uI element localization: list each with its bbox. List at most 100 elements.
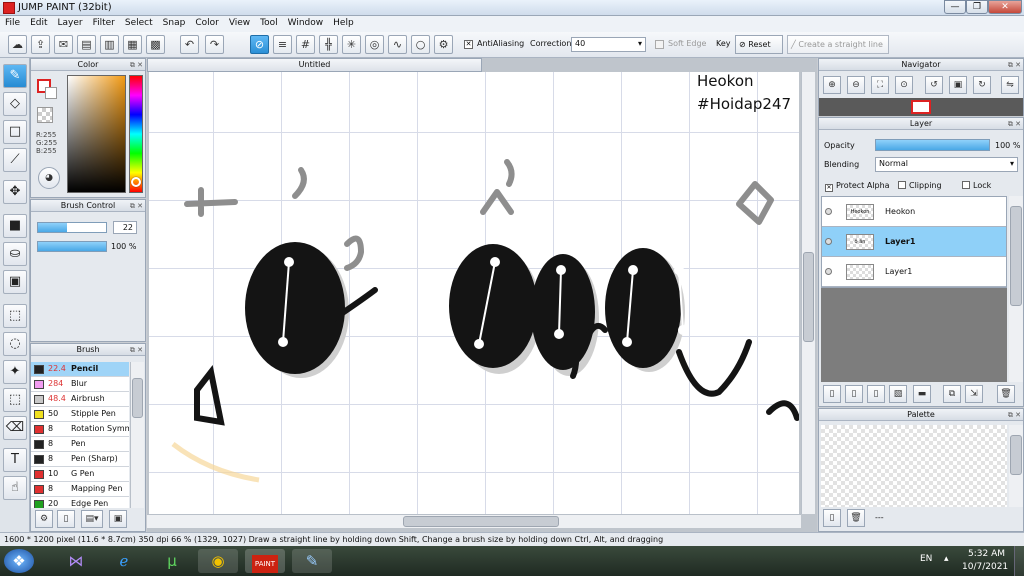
snap-settings-icon[interactable]: ⚙ bbox=[434, 35, 453, 54]
clipping-checkbox[interactable]: Clipping bbox=[898, 181, 942, 190]
show-desktop-button[interactable] bbox=[1014, 546, 1024, 576]
menu-color[interactable]: Color bbox=[190, 16, 224, 28]
menu-tool[interactable]: Tool bbox=[255, 16, 282, 28]
rotate-right-icon[interactable]: ↻ bbox=[973, 76, 991, 94]
grid-icon[interactable]: ▩ bbox=[146, 35, 165, 54]
palette-scroll-thumb[interactable] bbox=[1010, 435, 1022, 475]
utorrent-icon[interactable]: µ bbox=[152, 549, 192, 573]
brush-export-icon[interactable]: ▣ bbox=[109, 510, 127, 528]
canvas-horizontal-scrollbar[interactable] bbox=[147, 514, 801, 528]
new-layer-icon[interactable]: ▯ bbox=[823, 385, 841, 403]
start-button-icon[interactable]: ❖ bbox=[4, 549, 34, 573]
navigator-preview[interactable] bbox=[819, 98, 1023, 116]
shape-tool-icon[interactable]: □ bbox=[3, 120, 27, 144]
menu-file[interactable]: File bbox=[0, 16, 25, 28]
brush-size-input[interactable]: 22 bbox=[113, 221, 137, 234]
brush-item-pen[interactable]: 8 Pen bbox=[31, 437, 129, 452]
eraser-tool-icon[interactable]: ◇ bbox=[3, 92, 27, 116]
color-saturation-picker[interactable] bbox=[67, 75, 126, 193]
snap-ellipse-icon[interactable]: ○ bbox=[411, 35, 430, 54]
layer-list-scrollbar[interactable] bbox=[1009, 196, 1023, 382]
snap-radial-icon[interactable]: ✳ bbox=[342, 35, 361, 54]
internet-explorer-icon[interactable]: ℯ bbox=[104, 549, 144, 573]
horizontal-scroll-thumb[interactable] bbox=[403, 516, 559, 527]
new-palette-color-icon[interactable]: ▯ bbox=[823, 509, 841, 527]
panel-controls-icon[interactable]: ⧉ ✕ bbox=[130, 60, 143, 71]
new-halftone-layer-icon[interactable]: ▧ bbox=[889, 385, 907, 403]
brush-item-pen-sharp[interactable]: 8 Pen (Sharp) bbox=[31, 452, 129, 467]
paint-tool-icon[interactable]: ✎ bbox=[292, 549, 332, 573]
brush-item-rotation-symmetry[interactable]: 8 Rotation Symm bbox=[31, 422, 129, 437]
reset-view-icon[interactable]: ▣ bbox=[949, 76, 967, 94]
blending-select[interactable]: Normal ▾ bbox=[875, 157, 1018, 172]
panel-controls-icon[interactable]: ⧉ ✕ bbox=[130, 201, 143, 212]
straight-line-button[interactable]: ╱ Create a straight line bbox=[787, 35, 889, 54]
hue-slider-handle[interactable] bbox=[131, 177, 141, 187]
snap-circle-icon[interactable]: ◎ bbox=[365, 35, 384, 54]
clock-time[interactable]: 5:32 AM bbox=[968, 549, 1005, 559]
protect-alpha-checkbox[interactable]: ✕ Protect Alpha bbox=[825, 181, 890, 192]
line-tool-icon[interactable]: ⟋ bbox=[3, 148, 27, 172]
menu-view[interactable]: View bbox=[224, 16, 255, 28]
menu-edit[interactable]: Edit bbox=[25, 16, 52, 28]
soft-edge-checkbox[interactable] bbox=[655, 40, 664, 49]
document-icon[interactable]: ▥ bbox=[100, 35, 119, 54]
new-brush-icon[interactable]: ▯ bbox=[57, 510, 75, 528]
new-8bit-layer-icon[interactable]: ▯ bbox=[845, 385, 863, 403]
palette-scrollbar[interactable] bbox=[1009, 425, 1023, 507]
text-tool-icon[interactable]: T bbox=[3, 448, 27, 472]
document-tab[interactable]: Untitled bbox=[147, 58, 482, 72]
palette-menu[interactable]: --- bbox=[875, 513, 884, 522]
brush-size-slider[interactable] bbox=[37, 222, 107, 233]
gallery-icon[interactable]: ▦ bbox=[123, 35, 142, 54]
tray-arrow-icon[interactable]: ▴ bbox=[944, 554, 949, 564]
visibility-icon[interactable] bbox=[825, 268, 832, 275]
menu-window[interactable]: Window bbox=[283, 16, 329, 28]
panel-controls-icon[interactable]: ⧉ ✕ bbox=[130, 345, 143, 356]
cloud-icon[interactable]: ☁ bbox=[8, 35, 27, 54]
brush-menu-icon[interactable]: ▤▾ bbox=[81, 510, 103, 528]
undo-icon[interactable]: ↶ bbox=[180, 35, 199, 54]
snap-off-icon[interactable]: ⊘ bbox=[250, 35, 269, 54]
menu-layer[interactable]: Layer bbox=[53, 16, 88, 28]
layer-scroll-thumb[interactable] bbox=[1010, 206, 1022, 306]
language-indicator[interactable]: EN bbox=[920, 554, 932, 564]
brush-tool-icon[interactable]: ✎ bbox=[3, 64, 27, 88]
delete-palette-color-icon[interactable]: 🗑 bbox=[847, 509, 865, 527]
layer-row-heokon[interactable]: Heokon Heokon bbox=[822, 197, 1006, 227]
snap-parallel-icon[interactable]: ≡ bbox=[273, 35, 292, 54]
brush-opacity-slider[interactable] bbox=[37, 241, 107, 252]
clock-date[interactable]: 10/7/2021 bbox=[962, 562, 1008, 572]
navigator-viewport[interactable] bbox=[911, 100, 931, 114]
drawing-canvas[interactable]: Heokon #Hoidap247 bbox=[149, 72, 799, 514]
delete-layer-icon[interactable]: 🗑 bbox=[997, 385, 1015, 403]
magic-wand-tool-icon[interactable]: ✦ bbox=[3, 360, 27, 384]
new-1bit-layer-icon[interactable]: ▯ bbox=[867, 385, 885, 403]
gradient-tool-icon[interactable]: ▣ bbox=[3, 270, 27, 294]
fill-rect-tool-icon[interactable]: ■ bbox=[3, 214, 27, 238]
secondary-color-swatch[interactable] bbox=[45, 87, 57, 99]
hand-tool-icon[interactable]: ☝ bbox=[3, 476, 27, 500]
layer-row-layer1-selected[interactable]: ồ ăn Layer1 bbox=[822, 227, 1006, 257]
brush-list-scrollbar[interactable] bbox=[130, 362, 144, 508]
brush-item-blur[interactable]: 284 Blur bbox=[31, 377, 129, 392]
visual-studio-icon[interactable]: ⋈ bbox=[56, 549, 96, 573]
merge-layer-icon[interactable]: ⇲ bbox=[965, 385, 983, 403]
zoom-out-icon[interactable]: ⊖ bbox=[847, 76, 865, 94]
zoom-in-icon[interactable]: ⊕ bbox=[823, 76, 841, 94]
new-folder-icon[interactable]: ▬ bbox=[913, 385, 931, 403]
correction-select[interactable]: 40 ▾ bbox=[571, 37, 646, 52]
visibility-icon[interactable] bbox=[825, 238, 832, 245]
lasso-tool-icon[interactable]: ◌ bbox=[3, 332, 27, 356]
brush-item-edge-pen[interactable]: 20 Edge Pen bbox=[31, 497, 129, 508]
menu-filter[interactable]: Filter bbox=[88, 16, 120, 28]
antialiasing-checkbox[interactable]: ✕ bbox=[464, 40, 473, 49]
panel-controls-icon[interactable]: ⧉ ✕ bbox=[1008, 119, 1021, 130]
rotate-left-icon[interactable]: ↺ bbox=[925, 76, 943, 94]
brush-list-scroll-thumb[interactable] bbox=[132, 378, 143, 418]
select-pen-tool-icon[interactable]: ⬚ bbox=[3, 388, 27, 412]
visibility-icon[interactable] bbox=[825, 208, 832, 215]
brush-item-airbrush[interactable]: 48.4 Airbrush bbox=[31, 392, 129, 407]
actual-size-icon[interactable]: ⊙ bbox=[895, 76, 913, 94]
layer-row-layer1[interactable]: Layer1 bbox=[822, 257, 1006, 287]
